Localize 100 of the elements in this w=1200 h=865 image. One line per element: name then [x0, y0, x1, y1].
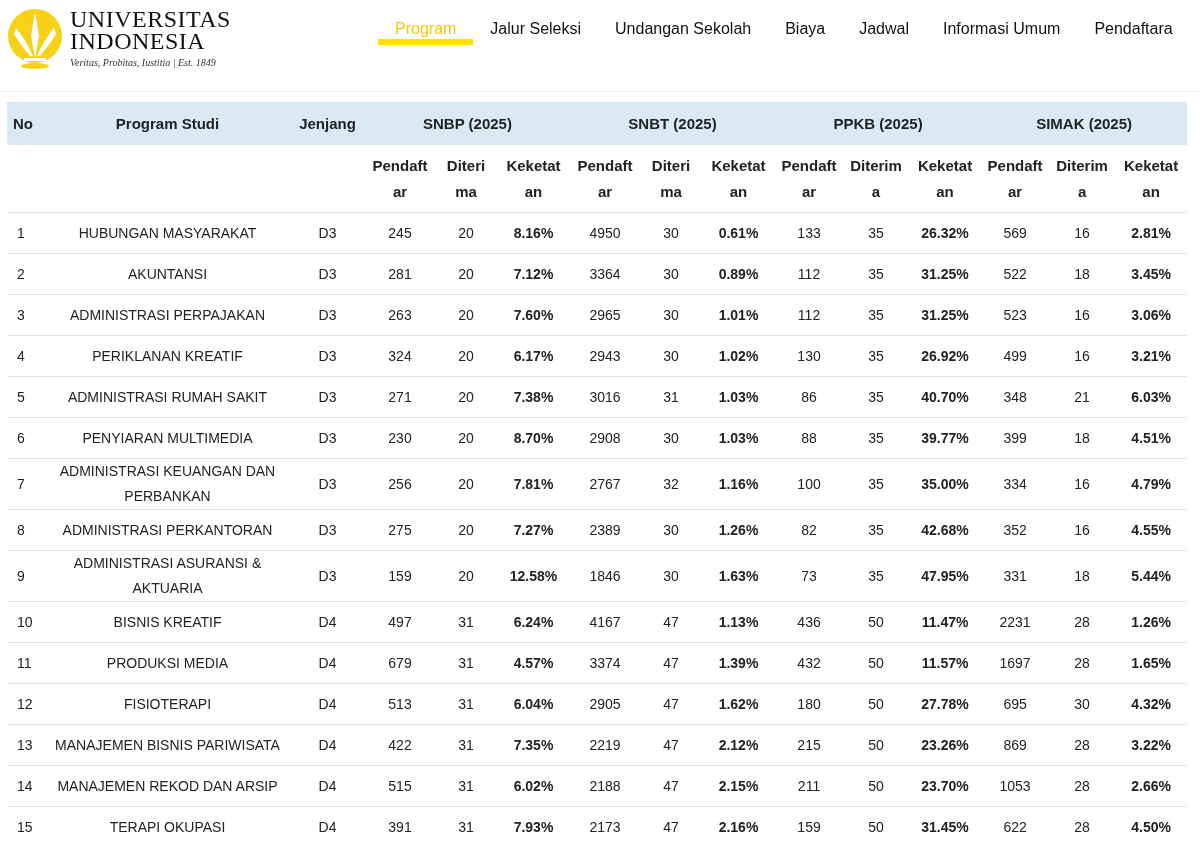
- column-header: No: [7, 102, 45, 145]
- table-cell: 2188: [570, 765, 640, 807]
- table-cell: 30: [640, 417, 702, 459]
- table-cell: 31: [435, 724, 497, 766]
- nav-tab[interactable]: Jalur Seleksi: [473, 0, 599, 45]
- table-cell: 30: [640, 253, 702, 295]
- table-cell: 4950: [570, 212, 640, 254]
- table-cell: 4: [7, 335, 45, 377]
- table-cell: 3.22%: [1115, 724, 1188, 766]
- table-cell: 35: [843, 294, 910, 336]
- table-cell: 16: [1049, 294, 1116, 336]
- table-cell: D4: [290, 642, 365, 684]
- table-cell: MANAJEMEN BISNIS PARIWISATA: [45, 724, 290, 766]
- table-cell: 215: [775, 724, 844, 766]
- table-cell: 35: [843, 212, 910, 254]
- table-cell: 47: [640, 724, 702, 766]
- table-cell: 11.47%: [909, 601, 982, 643]
- column-header: Diterima: [640, 145, 702, 213]
- table-cell: 256: [365, 458, 435, 510]
- column-header: Pendaftar: [981, 145, 1050, 213]
- column-header: Diterima: [843, 145, 910, 213]
- table-cell: 281: [365, 253, 435, 295]
- table-cell: 399: [981, 417, 1050, 459]
- table-cell: 50: [843, 724, 910, 766]
- table-cell: MANAJEMEN REKOD DAN ARSIP: [45, 765, 290, 807]
- table-cell: 1.62%: [702, 683, 776, 725]
- table-cell: 35: [843, 335, 910, 377]
- table-cell: 23.70%: [909, 765, 982, 807]
- table-cell: D4: [290, 601, 365, 643]
- table-cell: 7.35%: [497, 724, 570, 766]
- table-cell: 35: [843, 509, 910, 551]
- table-cell: 6.02%: [497, 765, 570, 807]
- table-cell: 436: [775, 601, 844, 643]
- table-cell: 3016: [570, 376, 640, 418]
- table-cell: 47: [640, 806, 702, 847]
- table-cell: 6.17%: [497, 335, 570, 377]
- table-cell: 245: [365, 212, 435, 254]
- table-cell: 16: [1049, 335, 1116, 377]
- table-cell: ADMINISTRASI PERPAJAKAN: [45, 294, 290, 336]
- table-cell: 4.79%: [1115, 458, 1188, 510]
- table-cell: 2.16%: [702, 806, 776, 847]
- table-cell: 31.45%: [909, 806, 982, 847]
- table-cell: 1.26%: [1115, 601, 1188, 643]
- table-cell: 88: [775, 417, 844, 459]
- table-cell: 4.57%: [497, 642, 570, 684]
- table-cell: 50: [843, 806, 910, 847]
- table-cell: 35: [843, 376, 910, 418]
- nav-tab[interactable]: Biaya: [768, 0, 843, 45]
- nav-tab[interactable]: Undangan Sekolah: [598, 0, 769, 45]
- table-cell: 2173: [570, 806, 640, 847]
- table-cell: 7.12%: [497, 253, 570, 295]
- table-cell: 27.78%: [909, 683, 982, 725]
- table-cell: D4: [290, 683, 365, 725]
- table-cell: 515: [365, 765, 435, 807]
- table-cell: 1.02%: [702, 335, 776, 377]
- table-cell: 1.13%: [702, 601, 776, 643]
- table-cell: 211: [775, 765, 844, 807]
- column-header: Keketatan: [702, 145, 776, 213]
- table-cell: 42.68%: [909, 509, 982, 551]
- table-cell: 3.45%: [1115, 253, 1188, 295]
- table-cell: 130: [775, 335, 844, 377]
- table-cell: 31: [435, 642, 497, 684]
- column-header: Jenjang: [290, 102, 365, 145]
- nav-tab[interactable]: Pendaftara: [1077, 0, 1190, 45]
- table-cell: 40.70%: [909, 376, 982, 418]
- table-cell: 9: [7, 550, 45, 602]
- table-cell: 569: [981, 212, 1050, 254]
- table-cell: 31.25%: [909, 294, 982, 336]
- table-cell: 32: [640, 458, 702, 510]
- table-cell: 47: [640, 642, 702, 684]
- table-cell: 28: [1049, 724, 1116, 766]
- table-cell: TERAPI OKUPASI: [45, 806, 290, 847]
- table-cell: 8.16%: [497, 212, 570, 254]
- table-cell: 2.81%: [1115, 212, 1188, 254]
- table-cell: D4: [290, 806, 365, 847]
- table-cell: 23.26%: [909, 724, 982, 766]
- table-cell: 30: [640, 294, 702, 336]
- logo-wordmark: INDONESIA: [70, 30, 207, 52]
- table-cell: 497: [365, 601, 435, 643]
- table-cell: 334: [981, 458, 1050, 510]
- table-cell: 3.06%: [1115, 294, 1188, 336]
- table-cell: 3: [7, 294, 45, 336]
- table-cell: D3: [290, 550, 365, 602]
- table-cell: FISIOTERAPI: [45, 683, 290, 725]
- column-header: Diterima: [1049, 145, 1116, 213]
- nav-tab[interactable]: Jadwal: [842, 0, 926, 45]
- table-cell: 1846: [570, 550, 640, 602]
- table-cell: 422: [365, 724, 435, 766]
- table-cell: 2943: [570, 335, 640, 377]
- table-cell: 8.70%: [497, 417, 570, 459]
- table-cell: 16: [1049, 458, 1116, 510]
- nav-tab[interactable]: Informasi Umum: [926, 0, 1078, 45]
- table-cell: 35: [843, 550, 910, 602]
- table-cell: 12: [7, 683, 45, 725]
- column-group-header: SIMAK (2025): [981, 102, 1188, 145]
- table-cell: 6.04%: [497, 683, 570, 725]
- table-cell: D3: [290, 212, 365, 254]
- table-cell: 499: [981, 335, 1050, 377]
- table-cell: D3: [290, 458, 365, 510]
- column-group-header: PPKB (2025): [775, 102, 982, 145]
